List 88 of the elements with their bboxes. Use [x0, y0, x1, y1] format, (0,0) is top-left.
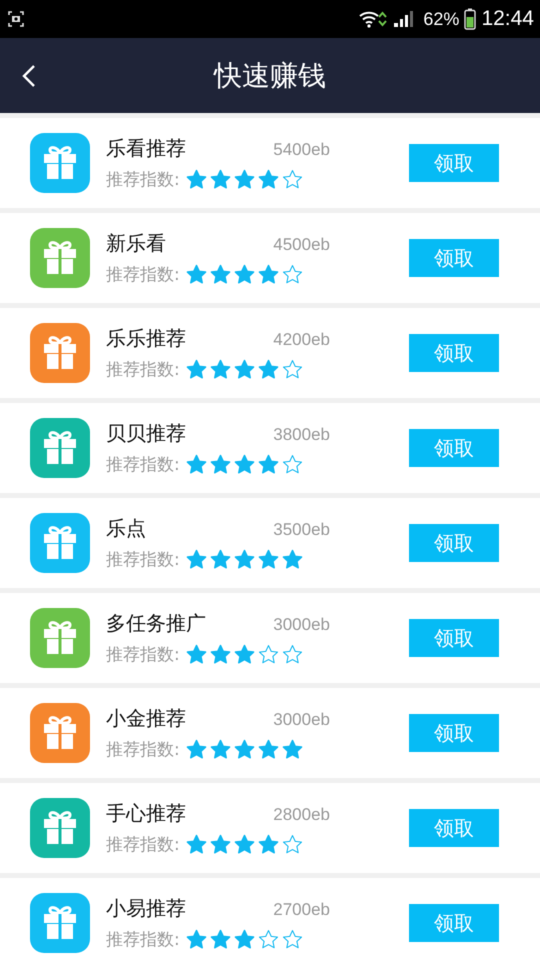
- claim-button[interactable]: 领取: [409, 239, 499, 277]
- star-icon: [234, 644, 255, 665]
- task-name: 乐看推荐: [106, 135, 186, 162]
- star-icon: [186, 169, 207, 190]
- reward-amount: 3000eb: [273, 615, 330, 635]
- screenshot-icon: [8, 11, 24, 27]
- star-icon: [186, 929, 207, 950]
- reward-amount: 3500eb: [273, 520, 330, 540]
- task-name: 多任务推广: [106, 610, 206, 637]
- star-icon: [186, 359, 207, 380]
- star-icon: [258, 739, 279, 760]
- task-name: 小金推荐: [106, 705, 186, 732]
- star-icon: [258, 169, 279, 190]
- star-icon: [234, 929, 255, 950]
- star-icon: [186, 834, 207, 855]
- rating-label: 推荐指数:: [106, 359, 180, 381]
- page-title: 快速赚钱: [214, 58, 326, 94]
- wifi-icon: [359, 9, 388, 29]
- star-icon: [210, 549, 231, 570]
- star-icon: [234, 834, 255, 855]
- star-icon: [210, 929, 231, 950]
- star-outline-icon: [282, 359, 303, 380]
- star-icon: [210, 169, 231, 190]
- rating-label: 推荐指数:: [106, 644, 180, 666]
- star-icon: [186, 454, 207, 475]
- star-icon: [234, 264, 255, 285]
- star-icon: [234, 169, 255, 190]
- star-outline-icon: [258, 644, 279, 665]
- reward-amount: 3000eb: [273, 710, 330, 730]
- star-icon: [186, 644, 207, 665]
- claim-button[interactable]: 领取: [409, 334, 499, 372]
- claim-button[interactable]: 领取: [409, 904, 499, 942]
- star-outline-icon: [282, 454, 303, 475]
- star-outline-icon: [282, 169, 303, 190]
- star-icon: [258, 549, 279, 570]
- star-outline-icon: [258, 929, 279, 950]
- back-icon[interactable]: [22, 64, 36, 88]
- rating-label: 推荐指数:: [106, 264, 180, 286]
- claim-button[interactable]: 领取: [409, 809, 499, 847]
- reward-amount: 3800eb: [273, 425, 330, 445]
- reward-amount: 2800eb: [273, 805, 330, 825]
- star-icon: [210, 454, 231, 475]
- claim-button[interactable]: 领取: [409, 144, 499, 182]
- star-outline-icon: [282, 834, 303, 855]
- star-icon: [234, 739, 255, 760]
- star-icon: [234, 454, 255, 475]
- star-icon: [186, 264, 207, 285]
- star-icon: [258, 834, 279, 855]
- rating-label: 推荐指数:: [106, 929, 180, 951]
- star-icon: [282, 549, 303, 570]
- task-name: 手心推荐: [106, 800, 186, 827]
- task-name: 乐点: [106, 515, 146, 542]
- rating-label: 推荐指数:: [106, 549, 180, 571]
- reward-amount: 2700eb: [273, 900, 330, 920]
- star-icon: [258, 264, 279, 285]
- star-icon: [210, 359, 231, 380]
- claim-button[interactable]: 领取: [409, 524, 499, 562]
- star-icon: [186, 549, 207, 570]
- star-icon: [234, 549, 255, 570]
- claim-button[interactable]: 领取: [409, 429, 499, 467]
- star-icon: [234, 359, 255, 380]
- claim-button[interactable]: 领取: [409, 619, 499, 657]
- battery-percent: 62%: [423, 8, 460, 30]
- star-icon: [258, 454, 279, 475]
- claim-button[interactable]: 领取: [409, 714, 499, 752]
- star-icon: [210, 834, 231, 855]
- star-icon: [258, 359, 279, 380]
- rating-label: 推荐指数:: [106, 739, 180, 761]
- battery-icon: [464, 8, 476, 30]
- task-name: 贝贝推荐: [106, 420, 186, 447]
- star-icon: [282, 739, 303, 760]
- star-icon: [210, 264, 231, 285]
- rating-label: 推荐指数:: [106, 834, 180, 856]
- star-outline-icon: [282, 644, 303, 665]
- reward-amount: 4500eb: [273, 235, 330, 255]
- rating-label: 推荐指数:: [106, 454, 180, 476]
- clock: 12:44: [481, 7, 534, 31]
- task-name: 乐乐推荐: [106, 325, 186, 352]
- reward-amount: 4200eb: [273, 330, 330, 350]
- star-outline-icon: [282, 264, 303, 285]
- reward-amount: 5400eb: [273, 140, 330, 160]
- task-name: 新乐看: [106, 230, 166, 257]
- star-outline-icon: [282, 929, 303, 950]
- rating-label: 推荐指数:: [106, 169, 180, 191]
- star-icon: [210, 739, 231, 760]
- task-name: 小易推荐: [106, 895, 186, 922]
- star-icon: [186, 739, 207, 760]
- star-icon: [210, 644, 231, 665]
